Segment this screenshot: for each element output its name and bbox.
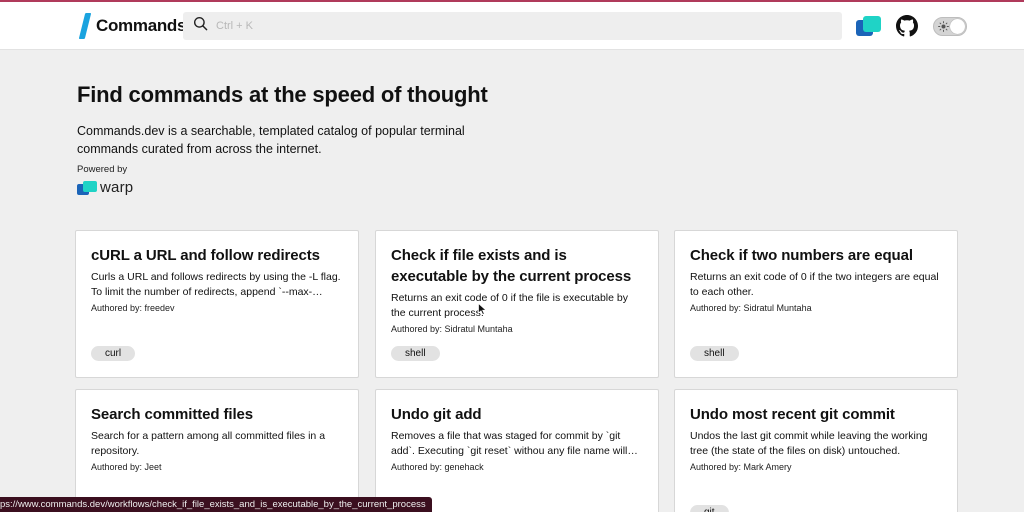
command-card[interactable]: cURL a URL and follow redirects Curls a … — [75, 230, 359, 378]
search-input[interactable] — [216, 20, 816, 32]
card-description: Curls a URL and follows redirects by usi… — [91, 271, 341, 298]
mouse-cursor-icon — [478, 303, 487, 315]
warp-logo-icon — [856, 16, 881, 36]
warp-link-button[interactable] — [856, 15, 882, 37]
card-tag[interactable]: shell — [690, 346, 739, 361]
slash-logo-icon — [78, 13, 92, 39]
home-logo-link[interactable]: Commands — [78, 13, 187, 39]
command-card[interactable]: Check if two numbers are equal Returns a… — [674, 230, 958, 378]
card-title: Search committed files — [91, 406, 254, 423]
powered-by-label: Powered by — [77, 164, 128, 175]
card-description: Returns an exit code of 0 if the two int… — [690, 271, 939, 298]
warp-sponsor-name: warp — [100, 179, 134, 196]
card-title: Check if two numbers are equal — [690, 247, 913, 264]
card-author: Authored by: Sidratul Muntaha — [391, 324, 513, 334]
warp-sponsor-link[interactable]: warp — [77, 179, 557, 196]
card-tag[interactable]: curl — [91, 346, 136, 361]
theme-toggle[interactable] — [933, 17, 967, 36]
command-card[interactable]: Undo most recent git commit Undos the la… — [674, 389, 958, 512]
card-author: Authored by: genehack — [391, 462, 484, 472]
command-card[interactable]: Search committed files Search for a patt… — [75, 389, 359, 512]
card-tag[interactable]: shell — [391, 346, 440, 361]
brand-name: Commands — [96, 16, 187, 35]
link-status-bar: ps://www.commands.dev/workflows/check_if… — [0, 497, 432, 512]
command-card[interactable]: Undo git add Removes a file that was sta… — [375, 389, 659, 512]
card-author: Authored by: Sidratul Muntaha — [690, 303, 812, 313]
card-description: Undos the last git commit while leaving … — [690, 430, 928, 457]
card-title: cURL a URL and follow redirects — [91, 247, 320, 264]
hero-description: Commands.dev is a searchable, templated … — [77, 124, 465, 156]
sun-icon — [938, 21, 949, 32]
card-author: Authored by: Jeet — [91, 462, 162, 472]
card-author: Authored by: Mark Amery — [690, 462, 792, 472]
top-header: Commands — [0, 2, 1024, 50]
toggle-knob — [950, 19, 965, 34]
card-title: Undo git add — [391, 406, 482, 423]
card-tag[interactable]: git — [690, 505, 729, 512]
card-title: Undo most recent git commit — [690, 406, 895, 423]
card-author: Authored by: freedev — [91, 303, 175, 313]
search-icon — [193, 16, 208, 36]
hero-section: Find commands at the speed of thought Co… — [77, 81, 557, 196]
card-title: Check if file exists and is executable b… — [391, 247, 632, 285]
page-title: Find commands at the speed of thought — [77, 82, 488, 107]
warp-logo-icon — [77, 180, 97, 195]
github-icon — [896, 15, 918, 37]
command-card[interactable]: Check if file exists and is executable b… — [375, 230, 659, 378]
search-bar[interactable] — [183, 12, 842, 40]
card-description: Removes a file that was staged for commi… — [391, 430, 628, 457]
card-description: Search for a pattern among all committed… — [91, 430, 326, 457]
github-link-button[interactable] — [896, 15, 918, 37]
card-description: Returns an exit code of 0 if the file is… — [391, 292, 628, 319]
